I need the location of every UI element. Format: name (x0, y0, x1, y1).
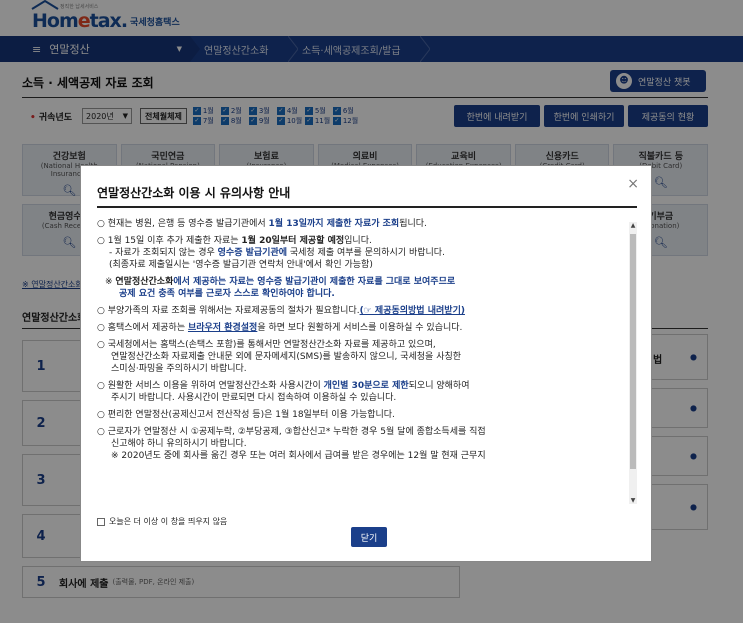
notice-item: ○ 원활한 서비스 이용을 위하여 연말정산간소화 사용시간이 개인별 30분으… (97, 381, 470, 403)
scrollbar-thumb[interactable] (630, 234, 636, 469)
notice-item: ○ 홈택스에서 제공하는 브라우저 환경설정을 하면 보다 원활하게 서비스를 … (97, 323, 463, 333)
checkbox-icon[interactable] (97, 517, 105, 526)
consent-method-download-link[interactable]: (☞ 제공동의방법 내려받기) (360, 306, 465, 316)
notice-item: ○ 근로자가 연말정산 시 ①공제누락, ②부당공제, ③합산신고* 누락한 경… (97, 427, 486, 461)
divider (97, 206, 637, 208)
close-icon[interactable]: × (627, 176, 639, 192)
notice-item: ○ 부양가족의 자료 조회를 위해서는 자료제공동의 절차가 필요합니다.(☞ … (97, 306, 465, 316)
dont-show-again-checkbox[interactable]: 오늘은 더 이상 이 창을 띄우지 않음 (97, 516, 227, 527)
close-button[interactable]: 닫기 (351, 527, 387, 547)
notice-item: ※ 연말정산간소화에서 제공하는 자료는 영수증 발급기관이 제출한 자료를 그… (105, 277, 456, 299)
scroll-down-icon[interactable]: ▼ (629, 497, 637, 504)
scroll-up-icon[interactable]: ▲ (629, 222, 637, 229)
notice-item: ○ 국세청에서는 홈택스(손택스 포함)를 통해서만 연말정산간소화 자료를 제… (97, 340, 462, 374)
modal-scrollbar[interactable]: ▲ ▼ (629, 222, 637, 504)
modal-body: ○ 현재는 병원, 은행 등 영수증 발급기관에서 1월 13일까지 제출한 자… (97, 218, 627, 510)
browser-settings-link[interactable]: 브라우저 환경설정 (188, 323, 257, 333)
notice-item: ○ 현재는 병원, 은행 등 영수증 발급기관에서 1월 13일까지 제출한 자… (97, 219, 427, 229)
notice-item: ○ 1월 15일 이후 추가 제출한 자료는 1월 20일부터 제공할 예정입니… (97, 236, 445, 270)
modal-title: 연말정산간소화 이용 시 유의사항 안내 (97, 186, 291, 200)
notice-modal: 연말정산간소화 이용 시 유의사항 안내 × ○ 현재는 병원, 은행 등 영수… (80, 165, 652, 562)
notice-item: ○ 편리한 연말정산(공제신고서 전산작성 등)은 1월 18일부터 이용 가능… (97, 410, 395, 420)
